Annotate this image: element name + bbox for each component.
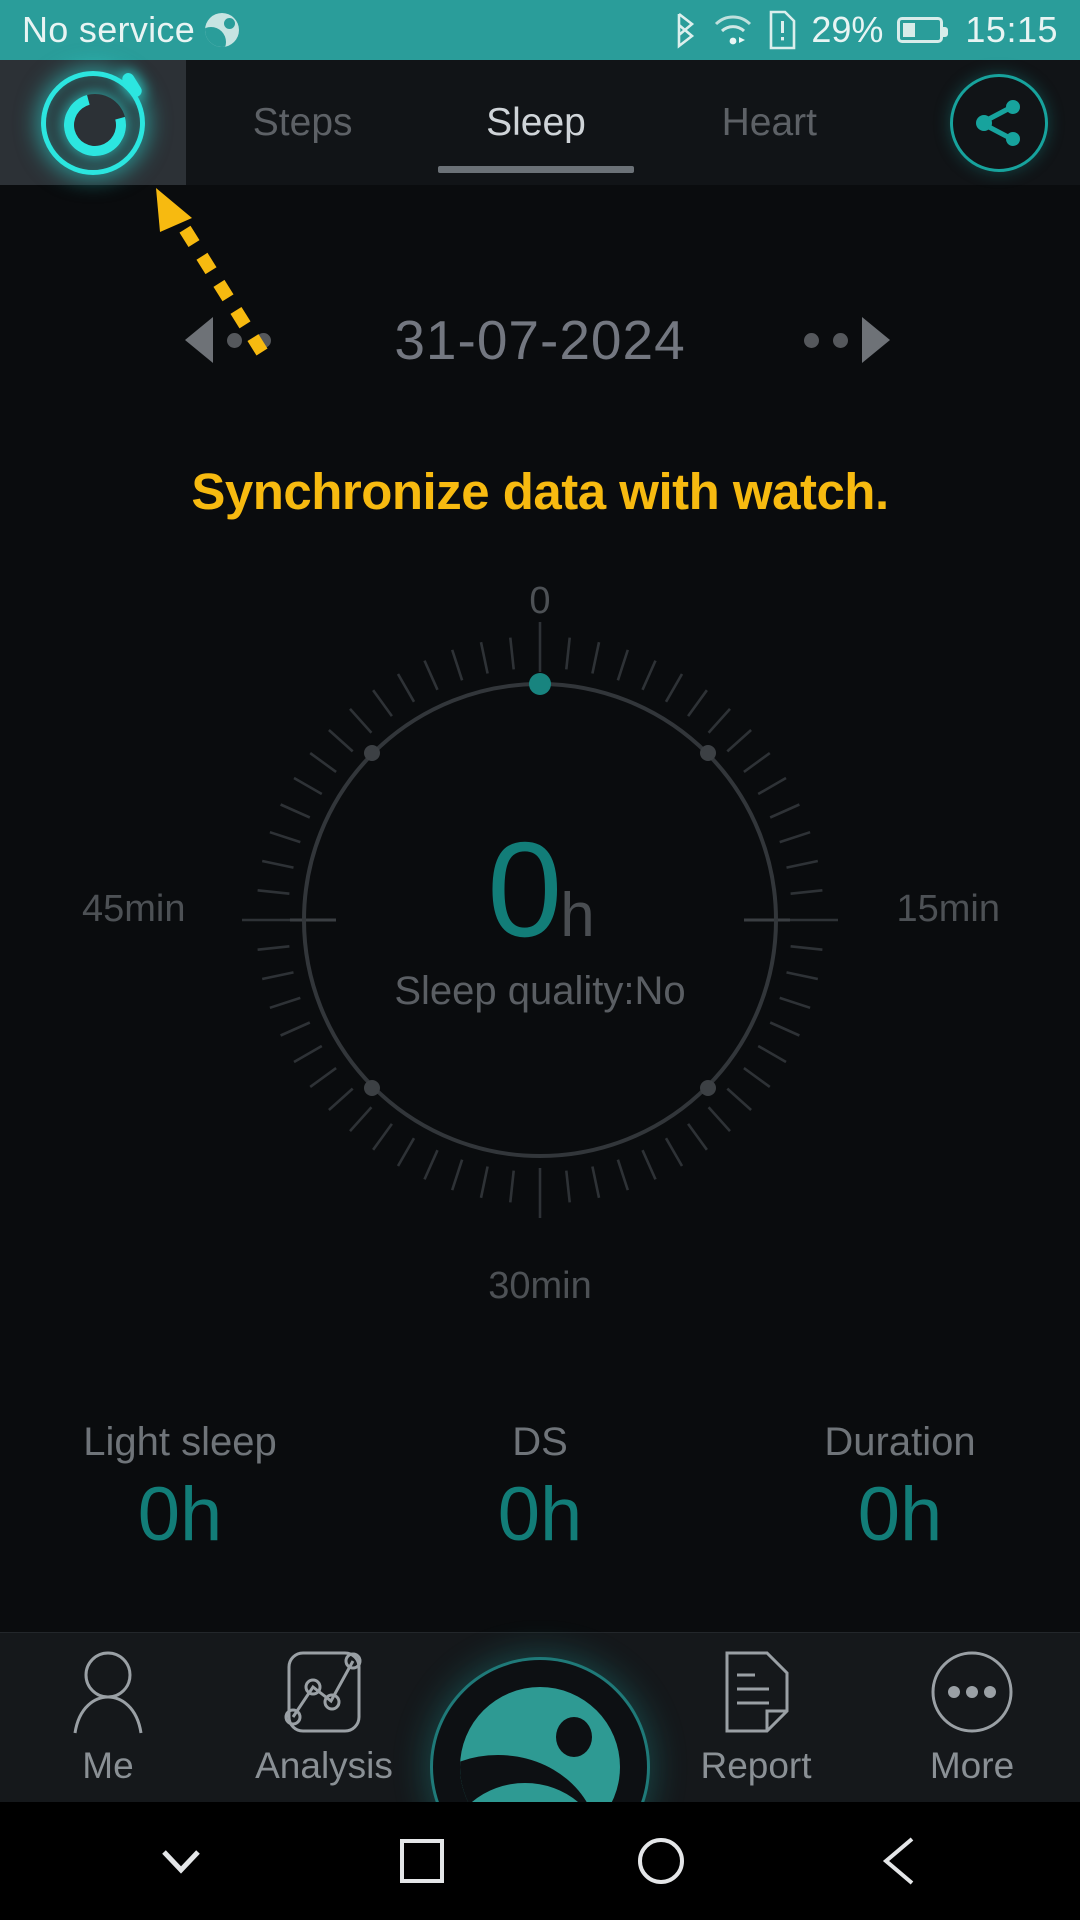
document-icon xyxy=(725,1651,789,1732)
nav-label: Report xyxy=(700,1744,812,1786)
tab-list: Steps Sleep Heart xyxy=(186,60,886,185)
dashed-arrow-icon xyxy=(156,188,268,356)
triangle-right-icon xyxy=(862,317,890,363)
ellipsis-circle-icon xyxy=(931,1651,1013,1732)
stat-label: Duration xyxy=(824,1420,976,1464)
nav-label: More xyxy=(929,1744,1015,1786)
tab-heart[interactable]: Heart xyxy=(653,60,886,185)
nav-item-report[interactable]: Report xyxy=(648,1649,864,1787)
stat-ds: DS 0h xyxy=(360,1420,720,1553)
bluetooth-icon xyxy=(678,12,695,49)
dot-indicator xyxy=(804,332,819,348)
gauge-center: 0h Sleep quality:No xyxy=(140,600,940,1240)
top-tab-bar: Steps Sleep Heart xyxy=(0,60,1080,185)
wifi-icon xyxy=(715,15,752,45)
tab-sleep[interactable]: Sleep xyxy=(419,60,652,185)
person-icon xyxy=(73,1651,143,1733)
triangle-back-icon[interactable] xyxy=(874,1833,928,1889)
sync-refresh-icon xyxy=(41,70,145,175)
status-bar-left: No service xyxy=(22,9,240,51)
status-bar: No service 29% 15:15 xyxy=(0,0,1080,60)
nav-item-more[interactable]: More xyxy=(864,1649,1080,1787)
chart-icon xyxy=(284,1651,362,1732)
sleep-quality-label: Sleep quality:No xyxy=(394,968,686,1013)
status-bar-right: 29% 15:15 xyxy=(673,9,1058,51)
stats-row: Light sleep 0h DS 0h Duration 0h xyxy=(0,1420,1080,1553)
sync-button[interactable] xyxy=(0,60,186,185)
stat-label: DS xyxy=(512,1420,568,1464)
share-button[interactable] xyxy=(950,73,1048,172)
nav-item-analysis[interactable]: Analysis xyxy=(216,1649,432,1787)
stat-duration: Duration 0h xyxy=(720,1420,1080,1553)
annotation-text: Synchronize data with watch. xyxy=(191,463,889,520)
dot-indicator xyxy=(833,332,848,348)
stat-light-sleep: Light sleep 0h xyxy=(0,1420,360,1553)
share-icon xyxy=(976,99,1020,146)
clock-label: 15:15 xyxy=(965,9,1058,50)
stat-value: 0h xyxy=(497,1472,583,1557)
running-man-icon xyxy=(205,13,240,47)
square-icon[interactable] xyxy=(395,1834,449,1888)
stat-value: 0h xyxy=(137,1472,223,1557)
gauge-tick-bottom: 30min xyxy=(488,1265,592,1307)
battery-percent-label: 29% xyxy=(811,9,884,50)
stat-value: 0h xyxy=(857,1472,943,1557)
sim-alert-icon xyxy=(770,10,796,50)
chevron-down-icon[interactable] xyxy=(152,1832,210,1890)
carrier-label: No service xyxy=(22,9,196,50)
stat-label: Light sleep xyxy=(83,1420,277,1464)
date-label[interactable]: 31-07-2024 xyxy=(394,308,685,372)
tab-steps[interactable]: Steps xyxy=(186,60,419,185)
date-next-button[interactable] xyxy=(804,317,890,363)
battery-icon xyxy=(897,17,949,43)
nav-label: Me xyxy=(82,1744,134,1786)
android-system-nav xyxy=(0,1802,1080,1920)
gauge-value: 0h xyxy=(487,814,595,966)
nav-item-me[interactable]: Me xyxy=(0,1649,216,1787)
nav-label: Analysis xyxy=(255,1744,393,1786)
circle-icon[interactable] xyxy=(633,1833,689,1889)
sleep-gauge: 0 15min 30min 45min 0h Sleep quality:No xyxy=(82,580,1000,1307)
